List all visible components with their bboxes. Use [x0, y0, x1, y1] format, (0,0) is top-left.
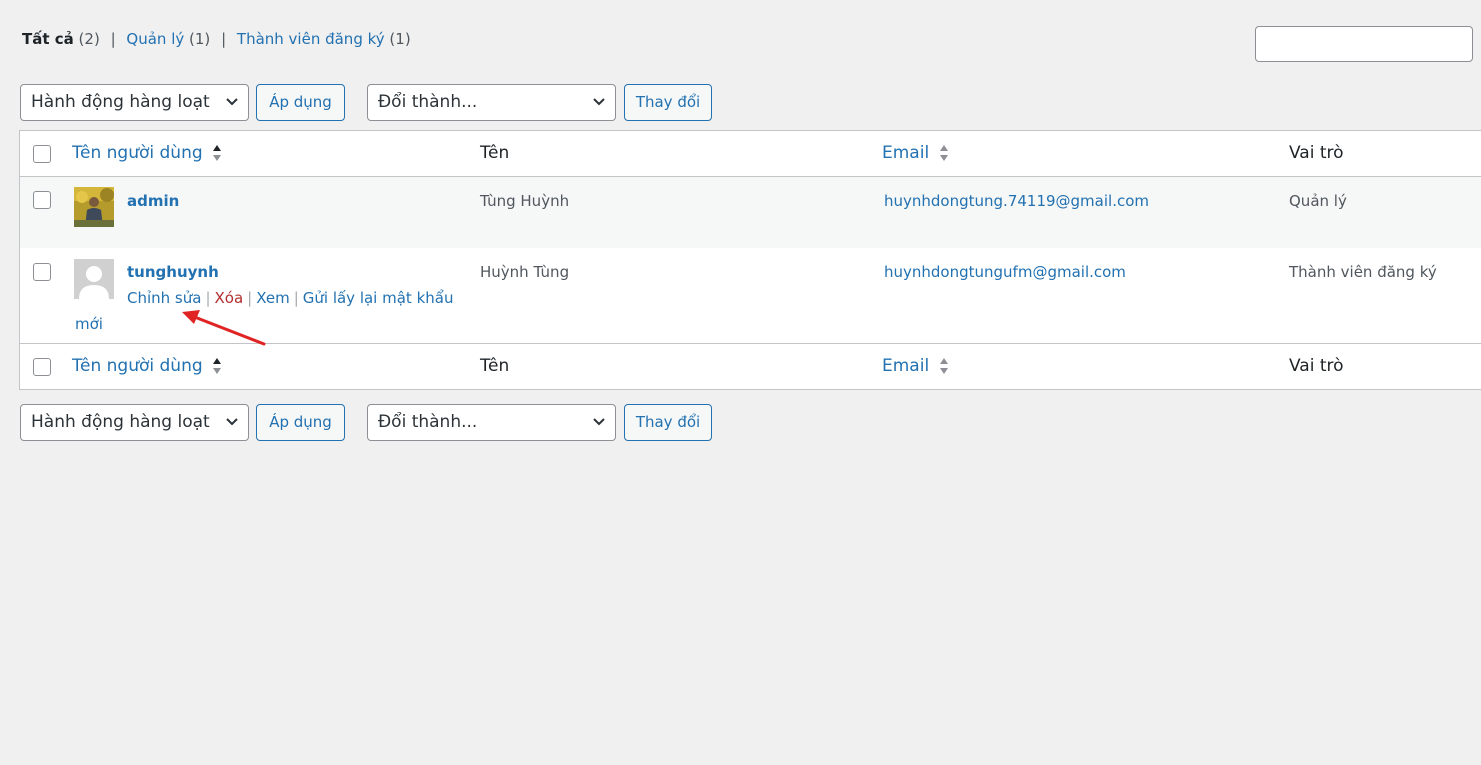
filter-subscriber-count: (1) [389, 30, 411, 48]
table-footer: Tên người dùng Tên Email Vai trò [20, 343, 1481, 389]
default-avatar-icon [74, 259, 114, 299]
column-name: Tên [480, 143, 510, 163]
select-all-checkbox-footer[interactable] [33, 358, 51, 376]
bulk-action-select-value: Hành động hàng loạt [31, 92, 210, 112]
delete-user-link[interactable]: Xóa [215, 289, 244, 307]
chevron-down-icon [226, 418, 238, 426]
user-avatar-photo [74, 187, 114, 227]
user-name: Huỳnh Tùng [480, 263, 570, 281]
filter-admin-count: (1) [189, 30, 211, 48]
chevron-down-icon [226, 98, 238, 106]
filter-separator: | [221, 30, 227, 48]
change-role-select-bottom-value: Đổi thành... [378, 412, 478, 432]
change-role-button[interactable]: Thay đổi [624, 84, 712, 121]
action-separator: | [205, 289, 211, 307]
bulk-action-select-bottom-value: Hành động hàng loạt [31, 412, 210, 432]
row-checkbox[interactable] [33, 191, 51, 209]
sort-arrows-icon [939, 145, 948, 161]
user-role: Quản lý [1289, 192, 1347, 210]
apply-button-bottom[interactable]: Áp dụng [256, 404, 345, 441]
change-role-select-bottom[interactable]: Đổi thành... [367, 404, 616, 441]
user-role-filters: Tất cả (2) | Quản lý (1) | Thành viên đă… [22, 30, 411, 48]
view-user-link[interactable]: Xem [256, 289, 289, 307]
change-role-select-value: Đổi thành... [378, 92, 478, 112]
column-email-label: Email [882, 143, 930, 163]
column-email[interactable]: Email [882, 143, 949, 163]
chevron-down-icon [593, 418, 605, 426]
column-role: Vai trò [1289, 143, 1344, 163]
user-name: Tùng Huỳnh [480, 192, 570, 210]
username-link[interactable]: admin [127, 192, 179, 210]
column-role-footer: Vai trò [1289, 356, 1344, 376]
reset-password-link[interactable]: Gửi lấy lại mật khẩu [303, 289, 454, 307]
reset-password-link-continued[interactable]: mới [75, 315, 103, 333]
filter-all-count: (2) [78, 30, 100, 48]
column-email-footer[interactable]: Email [882, 356, 949, 376]
edit-user-link[interactable]: Chỉnh sửa [127, 289, 201, 307]
bulk-action-select[interactable]: Hành động hàng loạt [20, 84, 249, 121]
username-link[interactable]: tunghuynh [127, 263, 219, 281]
action-separator: | [247, 289, 253, 307]
change-role-button-bottom[interactable]: Thay đổi [624, 404, 712, 441]
sort-arrows-icon [213, 358, 222, 374]
filter-subscriber[interactable]: Thành viên đăng ký [237, 30, 385, 48]
row-actions: Chỉnh sửa | Xóa | Xem | Gửi lấy lại mật khẩu [127, 286, 467, 310]
chevron-down-icon [593, 98, 605, 106]
red-arrow-annotation-icon [182, 310, 266, 346]
column-email-footer-label: Email [882, 356, 930, 376]
user-role: Thành viên đăng ký [1289, 263, 1437, 281]
change-role-select[interactable]: Đổi thành... [367, 84, 616, 121]
search-input[interactable] [1255, 26, 1473, 62]
user-email[interactable]: huynhdongtung.74119@gmail.com [884, 192, 1149, 210]
sort-arrows-icon [939, 358, 948, 374]
apply-button[interactable]: Áp dụng [256, 84, 345, 121]
column-username-label: Tên người dùng [72, 143, 203, 163]
column-username[interactable]: Tên người dùng [72, 143, 222, 163]
column-name-footer: Tên [480, 356, 510, 376]
action-separator: | [293, 289, 299, 307]
filter-admin[interactable]: Quản lý [126, 30, 184, 48]
sort-arrows-icon [213, 145, 222, 161]
bulk-action-select-bottom[interactable]: Hành động hàng loạt [20, 404, 249, 441]
filter-all[interactable]: Tất cả [22, 30, 74, 48]
row-checkbox[interactable] [33, 263, 51, 281]
filter-separator: | [110, 30, 116, 48]
table-header: Tên người dùng Tên Email Vai trò [20, 131, 1481, 177]
select-all-checkbox[interactable] [33, 145, 51, 163]
users-table: Tên người dùng Tên Email Vai trò admin T… [19, 130, 1481, 390]
table-row: admin Tùng Huỳnh huynhdongtung.74119@gma… [20, 177, 1481, 248]
column-username-footer[interactable]: Tên người dùng [72, 356, 222, 376]
column-username-footer-label: Tên người dùng [72, 356, 203, 376]
user-email[interactable]: huynhdongtungufm@gmail.com [884, 263, 1126, 281]
